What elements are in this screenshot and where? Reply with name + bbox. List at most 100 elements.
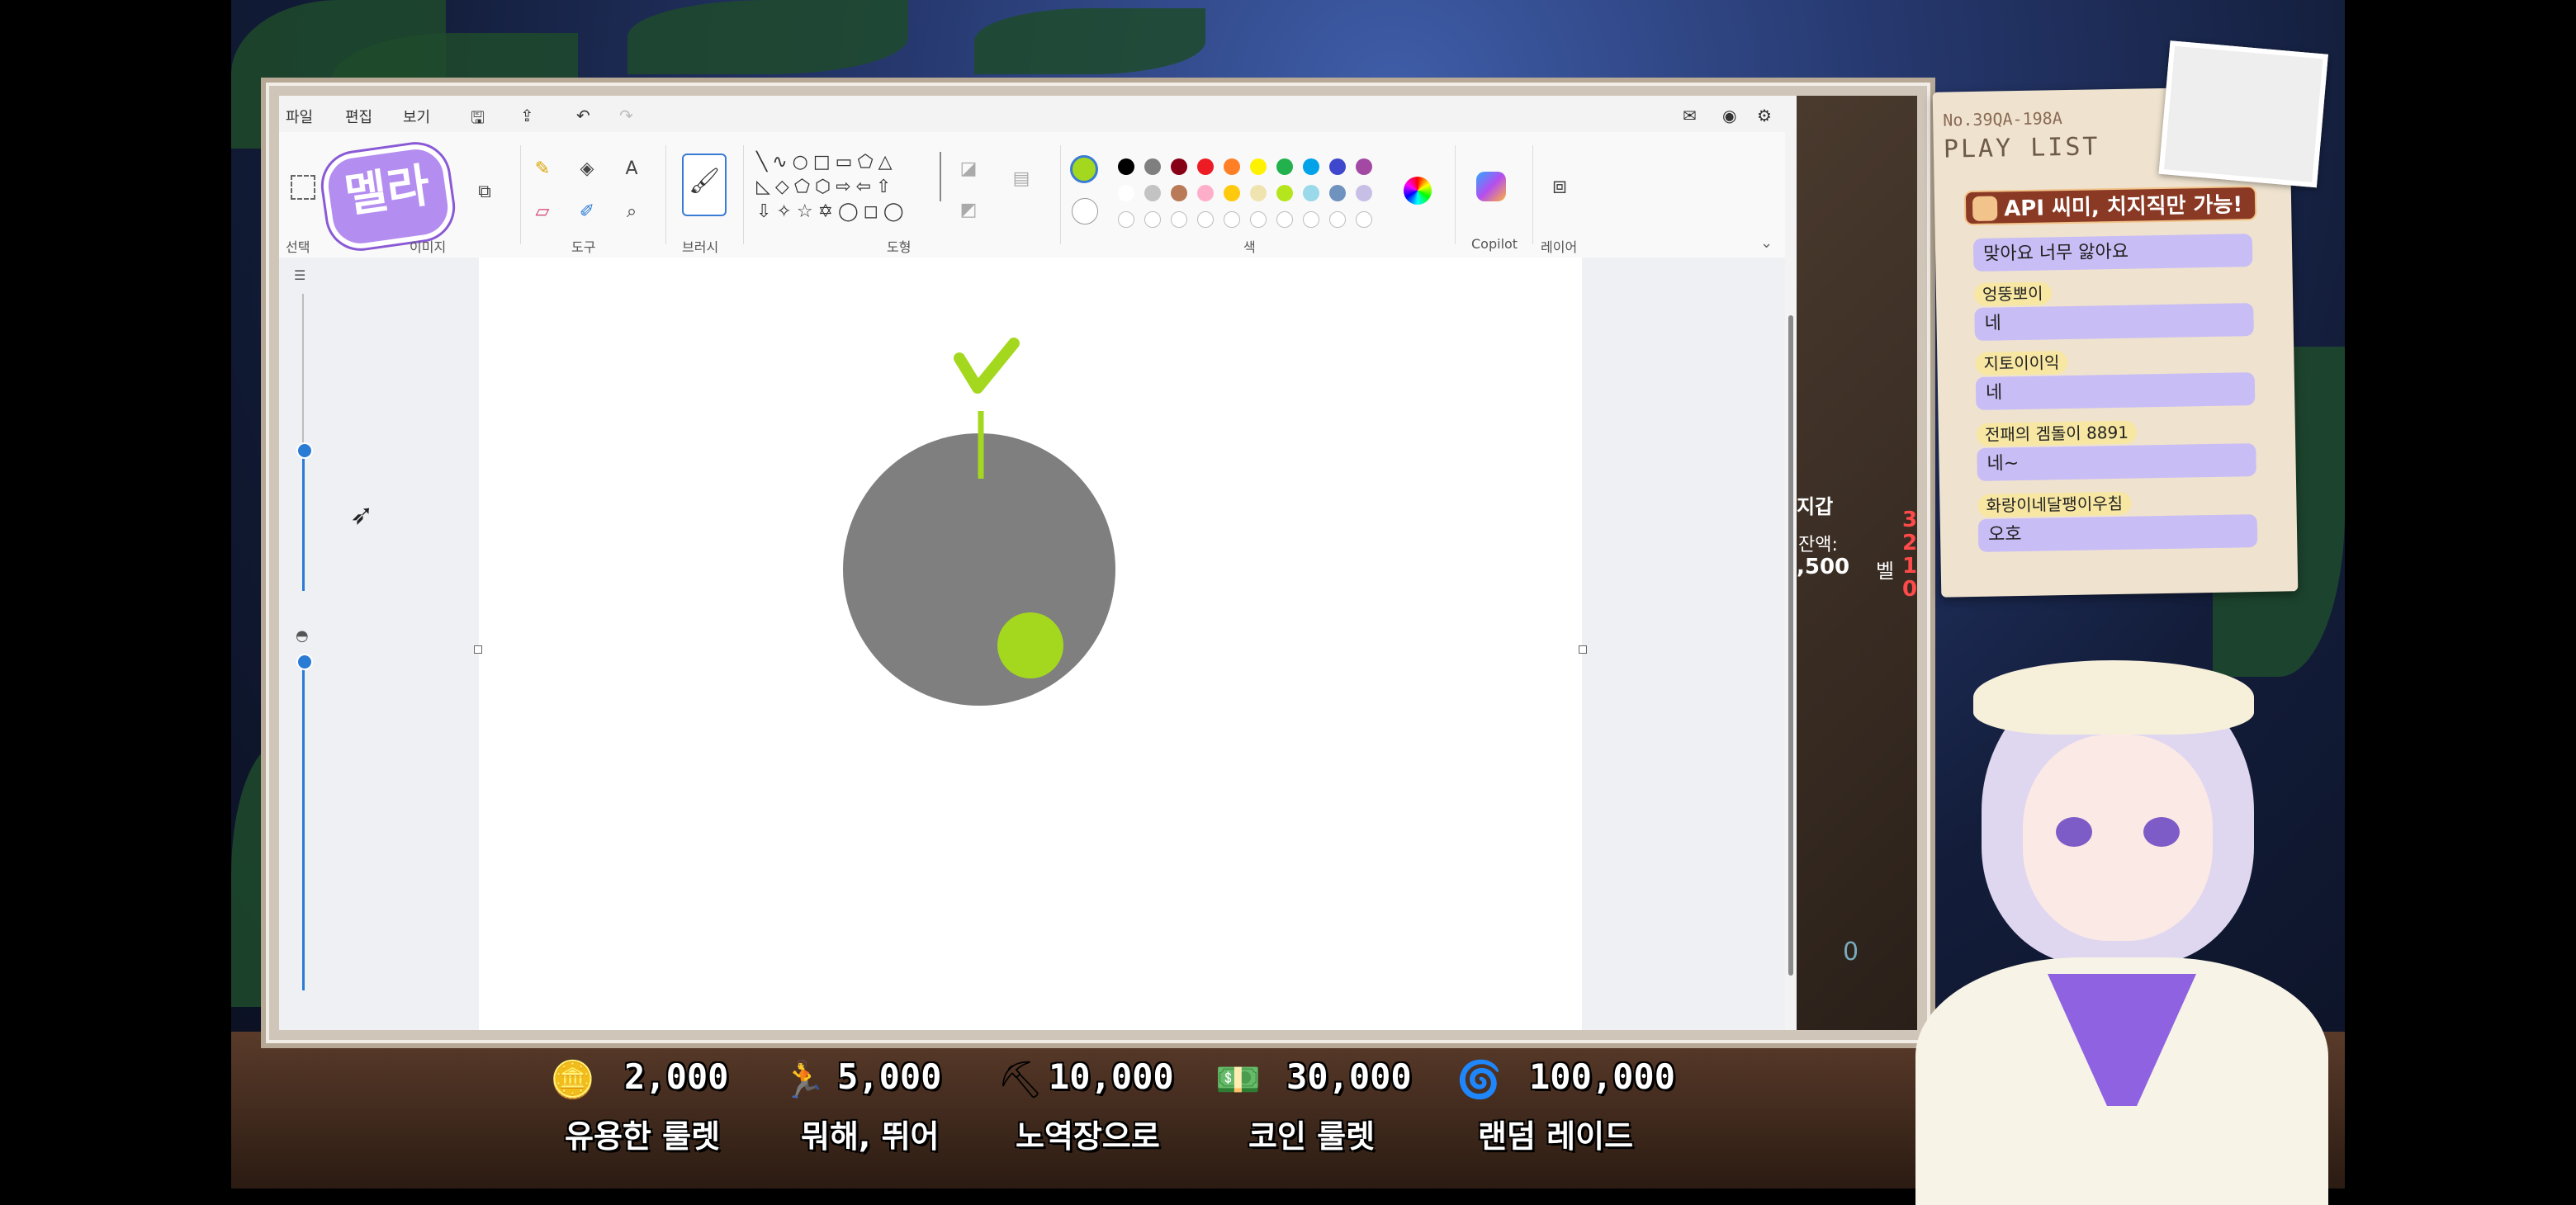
palette-color-swatch[interactable] — [1356, 185, 1372, 201]
palette-color-swatch[interactable] — [1224, 211, 1240, 228]
fill-bucket-icon[interactable]: ◈ — [573, 155, 601, 183]
paint-window: 파일 편집 보기 🖫 ⇪ ↶ ↷ ✉ ◉ ⚙ 선택 멜라 ⧉ 이미지 ✎ ◈ A… — [266, 83, 1930, 1043]
text-tool-icon[interactable]: A — [618, 155, 646, 183]
layers-icon[interactable]: ⧈ — [1546, 172, 1574, 200]
vtuber-avatar — [1899, 644, 2345, 1205]
donation-caption: 노역장으로 — [1016, 1118, 1160, 1155]
image-crop-icon[interactable]: ⧉ — [471, 178, 499, 206]
donation-caption: 코인 룰렛 — [1248, 1118, 1376, 1155]
drawing-canvas[interactable] — [479, 258, 1582, 1030]
palette-color-swatch[interactable] — [1118, 211, 1134, 228]
palette-color-swatch[interactable] — [1356, 158, 1372, 175]
shape-outline-icon[interactable]: ◪ — [954, 155, 983, 183]
account-icon[interactable]: ◉ — [1722, 106, 1736, 125]
donation-amount: 5,000 — [837, 1056, 942, 1097]
palette-color-swatch[interactable] — [1197, 185, 1214, 201]
red-digit: 3 — [1902, 508, 1917, 532]
opacity-slider-thumb[interactable] — [296, 654, 313, 670]
canvas-resize-handle[interactable] — [474, 645, 482, 654]
palette-color-swatch[interactable] — [1118, 158, 1134, 175]
red-digit: 1 — [1902, 554, 1917, 579]
palette-color-swatch[interactable] — [1303, 185, 1319, 201]
shape-size-icon[interactable]: ▤ — [1007, 165, 1035, 193]
palette-color-swatch[interactable] — [1144, 158, 1161, 175]
share-icon[interactable]: ⇪ — [520, 106, 534, 125]
scrollbar-thumb[interactable] — [1788, 315, 1793, 976]
pencil-icon[interactable]: ✎ — [528, 155, 556, 183]
balance-unit: 벨 — [1876, 560, 1895, 583]
playlist-title: PLAY LIST — [1943, 132, 2100, 164]
red-digit: 2 — [1902, 531, 1917, 555]
menu-file[interactable]: 파일 — [286, 106, 313, 127]
primary-color-swatch[interactable] — [1070, 155, 1098, 183]
avatar-face — [2023, 735, 2213, 941]
palette-color-swatch[interactable] — [1118, 185, 1134, 201]
eraser-icon[interactable]: ▱ — [528, 198, 556, 226]
color-picker-icon[interactable]: ✐ — [573, 198, 601, 226]
redo-icon[interactable]: ↷ — [619, 106, 633, 125]
chat-username: 화랑이네달팽이우침 — [1977, 491, 2132, 517]
save-icon[interactable]: 🖫 — [471, 106, 485, 134]
palette-color-swatch[interactable] — [1303, 211, 1319, 228]
ribbon-separator — [1060, 145, 1061, 244]
select-tool-icon[interactable] — [291, 175, 315, 200]
group-label-image: 이미지 — [410, 239, 447, 255]
size-slider-track[interactable] — [302, 294, 304, 451]
opacity-slider-fill[interactable] — [302, 660, 305, 990]
settings-gear-icon[interactable]: ⚙ — [1757, 106, 1772, 125]
palette-color-swatch[interactable] — [1276, 185, 1293, 201]
ribbon-separator — [1455, 145, 1456, 244]
palette-color-swatch[interactable] — [1171, 158, 1187, 175]
shape-fill-icon[interactable]: ◩ — [954, 196, 983, 224]
donation-amount: 2,000 — [624, 1056, 729, 1097]
money-stack-icon: 💵 — [1215, 1059, 1261, 1101]
palette-color-swatch[interactable] — [1224, 158, 1240, 175]
worker-character-icon: ⛏ — [997, 1059, 1044, 1101]
banner-icon — [1972, 196, 1998, 221]
palette-color-swatch[interactable] — [1276, 211, 1293, 228]
magnifier-icon[interactable]: ⌕ — [618, 198, 646, 226]
ribbon-separator — [665, 145, 666, 244]
copilot-icon[interactable] — [1476, 172, 1506, 201]
palette-color-swatch[interactable] — [1197, 211, 1214, 228]
secondary-color-swatch[interactable] — [1072, 198, 1098, 224]
palette-color-swatch[interactable] — [1329, 185, 1346, 201]
canvas-resize-handle[interactable] — [1579, 645, 1587, 654]
green-dot-shape — [997, 612, 1063, 678]
menu-edit[interactable]: 편집 — [345, 106, 372, 127]
palette-color-swatch[interactable] — [1144, 185, 1161, 201]
palette-color-swatch[interactable] — [1329, 211, 1346, 228]
shapes-scroll-icon[interactable] — [940, 152, 941, 201]
canvas-workspace: ☰ ◓ ➶ — [279, 258, 1785, 1030]
chat-message: 네 — [1975, 372, 2256, 410]
chat-message: 맞아요 너무 앓아요 — [1972, 234, 2253, 272]
palette-color-swatch[interactable] — [1329, 158, 1346, 175]
edit-colors-icon[interactable] — [1404, 177, 1432, 205]
size-slider-thumb[interactable] — [296, 442, 313, 459]
comment-icon[interactable]: ✉ — [1683, 106, 1697, 125]
vertical-scrollbar[interactable] — [1785, 258, 1797, 1030]
palette-color-swatch[interactable] — [1144, 211, 1161, 228]
building-photo — [2158, 40, 2328, 188]
running-character-icon: 🏃 — [781, 1059, 826, 1101]
palette-color-swatch[interactable] — [1250, 185, 1267, 201]
palette-color-swatch[interactable] — [1224, 185, 1240, 201]
collapse-ribbon-chevron-icon[interactable]: ⌄ — [1760, 234, 1773, 252]
menu-view[interactable]: 보기 — [403, 106, 430, 127]
shapes-gallery[interactable]: ╲∿○□▭⬠△ ◺◇⬠⬡⇨⇦⇧ ⇩✧☆✡◯◻◯ — [756, 150, 938, 229]
palette-color-swatch[interactable] — [1171, 185, 1187, 201]
palette-color-swatch[interactable] — [1171, 211, 1187, 228]
palette-color-swatch[interactable] — [1276, 158, 1293, 175]
palette-color-swatch[interactable] — [1250, 211, 1267, 228]
avatar-eye-right — [2143, 817, 2180, 847]
palette-color-swatch[interactable] — [1250, 158, 1267, 175]
brush-selector-icon[interactable]: 🖌 — [682, 154, 727, 216]
ribbon-separator — [743, 145, 744, 244]
avatar-eye-left — [2056, 817, 2092, 847]
palette-color-swatch[interactable] — [1356, 211, 1372, 228]
palette-color-swatch[interactable] — [1197, 158, 1214, 175]
red-digit: 0 — [1902, 577, 1917, 602]
group-label-shapes: 도형 — [887, 239, 912, 255]
undo-icon[interactable]: ↶ — [576, 106, 590, 125]
palette-color-swatch[interactable] — [1303, 158, 1319, 175]
